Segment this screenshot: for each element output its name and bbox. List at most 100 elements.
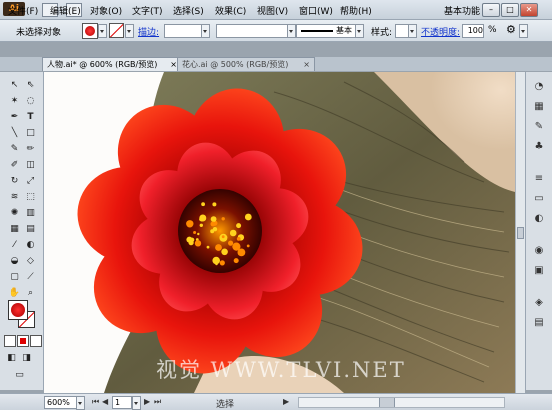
horizontal-scrollbar[interactable] [298, 397, 505, 408]
draw-behind-icon[interactable]: ◨ [19, 351, 34, 365]
column-graph-tool-icon[interactable]: ▥ [23, 206, 38, 220]
zoom-field[interactable]: 600% [44, 396, 78, 409]
gradient-tool-icon[interactable]: ▤ [23, 222, 38, 236]
live-paint-selection-tool-icon[interactable]: ◇ [23, 254, 38, 268]
paintbrush-tool-icon[interactable]: ✎ [7, 142, 22, 156]
selection-tool-icon[interactable]: ↖ [7, 78, 22, 92]
free-transform-tool-icon[interactable]: ⬚ [23, 190, 38, 204]
scroll-thumb[interactable] [517, 227, 524, 239]
slice-tool-icon[interactable]: ⟋ [23, 270, 38, 284]
type-tool-icon[interactable]: T [23, 110, 38, 124]
scale-tool-icon[interactable]: ⤢ [23, 174, 38, 188]
brush-dropdown[interactable] [355, 24, 364, 38]
symbols-panel-icon[interactable]: ♣ [532, 140, 546, 154]
artboard-number-field[interactable]: 1 [112, 396, 132, 409]
gradient-panel-icon[interactable]: ▭ [532, 192, 546, 206]
hand-tool-icon[interactable]: ✋ [7, 286, 22, 300]
variable-width-profile[interactable] [216, 24, 288, 38]
gradient-mode-icon[interactable] [17, 335, 29, 347]
draw-normal-icon[interactable]: ◧ [4, 351, 19, 365]
artboard-dropdown[interactable] [132, 396, 141, 410]
menu-help[interactable]: 帮助(H) [340, 4, 372, 17]
stroke-swatch[interactable] [109, 23, 124, 38]
line-tool-icon[interactable]: ╲ [7, 126, 22, 140]
zoom-dropdown[interactable] [76, 396, 85, 410]
stamen-dot [194, 240, 202, 247]
graphic-styles-panel-icon[interactable]: ▣ [532, 264, 546, 278]
live-paint-bucket-tool-icon[interactable]: ◒ [7, 254, 22, 268]
opacity-field[interactable]: 100 [462, 24, 484, 38]
swatches-panel-icon[interactable]: ▦ [532, 100, 546, 114]
appearance-panel-icon[interactable]: ◉ [532, 244, 546, 258]
menu-window[interactable]: 窗口(W) [299, 4, 333, 17]
zoom-tool-icon[interactable]: ⌕ [23, 286, 38, 300]
pen-tool-icon[interactable]: ✒ [7, 110, 22, 124]
transparency-panel-icon[interactable]: ◐ [532, 212, 546, 226]
fill-swatch[interactable] [82, 23, 98, 39]
close-tab-icon[interactable]: × [170, 58, 177, 71]
close-tab-icon[interactable]: × [303, 58, 310, 71]
stroke-label[interactable]: 描边: [138, 25, 159, 38]
tab-flower-center-doc[interactable]: 花心.ai @ 500% (RGB/预览) × [177, 57, 315, 71]
control-menu-dropdown[interactable] [519, 24, 528, 38]
last-artboard-icon[interactable]: ⏭ [154, 397, 161, 407]
color-panel-icon[interactable]: ◔ [532, 80, 546, 94]
vertical-scrollbar[interactable] [515, 72, 525, 393]
stroke-panel-icon[interactable]: ≡ [532, 172, 546, 186]
layers-panel-icon[interactable]: ◈ [532, 296, 546, 310]
graphic-style-swatch[interactable] [395, 24, 409, 38]
rotate-tool-icon[interactable]: ↻ [7, 174, 22, 188]
screen-mode-icon[interactable]: ▭ [12, 368, 27, 382]
menu-type[interactable]: 文字(T) [132, 4, 163, 17]
restore-button[interactable]: □ [501, 3, 519, 17]
menu-select[interactable]: 选择(S) [173, 4, 204, 17]
pencil-tool-icon[interactable]: ✏ [23, 142, 38, 156]
red-flower-artwork[interactable] [70, 81, 370, 381]
status-arrow-icon[interactable]: ▶ [283, 397, 289, 406]
stroke-dropdown[interactable] [125, 24, 134, 38]
first-artboard-icon[interactable]: ⏮ [92, 397, 99, 407]
mesh-tool-icon[interactable]: ▦ [7, 222, 22, 236]
symbol-sprayer-tool-icon[interactable]: ✺ [7, 206, 22, 220]
menu-edit[interactable]: 编辑(E) [50, 4, 81, 17]
control-bar: 未选择对象 描边: 基本 样式: 不透明度: 100 % ⚙ [0, 20, 552, 42]
panel-dock: ◔ ▦ ✎ ♣ ≡ ▭ ◐ ◉ ▣ ◈ ▤ [525, 72, 552, 390]
workspace-switcher[interactable]: 基本功能 [444, 4, 480, 17]
close-button[interactable]: ✕ [520, 3, 538, 17]
brushes-panel-icon[interactable]: ✎ [532, 120, 546, 134]
color-mode-icon[interactable] [4, 335, 16, 347]
opacity-label[interactable]: 不透明度: [421, 25, 460, 38]
magic-wand-tool-icon[interactable]: ✶ [7, 94, 22, 108]
direct-selection-tool-icon[interactable]: ⇖ [23, 78, 38, 92]
artboard-tool-icon[interactable]: ▢ [7, 270, 22, 284]
artboards-panel-icon[interactable]: ▤ [532, 316, 546, 330]
brush-definition[interactable]: 基本 [296, 24, 356, 38]
minimize-button[interactable]: – [482, 3, 500, 17]
stroke-weight-dropdown[interactable] [201, 24, 210, 38]
fill-dropdown[interactable] [98, 24, 107, 38]
horizontal-scroll-thumb[interactable] [379, 398, 395, 407]
fill-stroke-selector[interactable] [8, 300, 36, 330]
lasso-tool-icon[interactable]: ◌ [23, 94, 38, 108]
puppet-icon[interactable]: ⚙ [506, 23, 516, 36]
profile-dropdown[interactable] [287, 24, 296, 38]
menu-file[interactable]: 文件(F) [8, 4, 38, 17]
none-mode-icon[interactable] [30, 335, 42, 347]
stroke-weight-field[interactable] [164, 24, 202, 38]
tab-character-doc[interactable]: 人物.ai* @ 600% (RGB/预览) × [42, 57, 182, 71]
eraser-tool-icon[interactable]: ◫ [23, 158, 38, 172]
next-artboard-icon[interactable]: ▶ [144, 397, 150, 406]
rectangle-tool-icon[interactable]: □ [23, 126, 38, 140]
style-dropdown[interactable] [408, 24, 417, 38]
fill-color-icon[interactable] [8, 300, 28, 320]
stamen-dot [215, 262, 218, 266]
blend-tool-icon[interactable]: ◐ [23, 238, 38, 252]
menu-view[interactable]: 视图(V) [257, 4, 288, 17]
blob-brush-tool-icon[interactable]: ✐ [7, 158, 22, 172]
menu-effect[interactable]: 效果(C) [215, 4, 246, 17]
menu-object[interactable]: 对象(O) [90, 4, 122, 17]
warp-tool-icon[interactable]: ≋ [7, 190, 22, 204]
eyedropper-tool-icon[interactable]: ⁄ [7, 238, 22, 252]
previous-artboard-icon[interactable]: ◀ [102, 397, 108, 406]
artboard-canvas[interactable]: 视觉 WWW.TLVI.NET [44, 72, 515, 393]
